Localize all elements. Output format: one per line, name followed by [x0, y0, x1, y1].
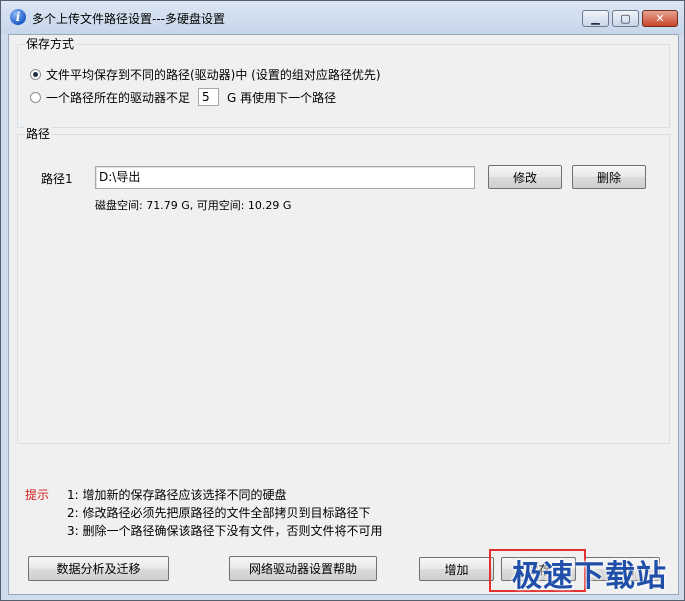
- save-mode-legend: 保存方式: [25, 37, 76, 51]
- minimize-button[interactable]: ▁: [582, 10, 609, 27]
- path-legend: 路径: [25, 127, 52, 141]
- radio-threshold[interactable]: [30, 91, 41, 103]
- path-group: 路径 路径1 D:\导出 修改 删除 磁盘空间: 71.79 G, 可用空间: …: [17, 127, 670, 444]
- tip-line-3: 3: 删除一个路径确保该路径下没有文件，否则文件将不可用: [67, 524, 383, 538]
- tips-label: 提示: [25, 488, 50, 502]
- close-icon: ✕: [655, 12, 665, 25]
- dialog-client-area: 保存方式 文件平均保存到不同的路径(驱动器)中 (设置的组对应路径优先) 一个路…: [8, 34, 679, 595]
- threshold-input[interactable]: 5: [198, 88, 220, 106]
- maximize-icon: ▢: [620, 12, 631, 25]
- option-threshold-suffix: G 再使用下一个路径: [227, 90, 337, 105]
- delete-path-button[interactable]: 删除: [572, 165, 646, 189]
- path-1-input[interactable]: D:\导出: [95, 166, 475, 189]
- add-button[interactable]: 增加: [419, 557, 494, 581]
- data-analysis-button[interactable]: 数据分析及迁移: [28, 556, 169, 581]
- dialog-window: i 多个上传文件路径设置---多硬盘设置 ▁ ▢ ✕ 保存方式 文件平均保存到不…: [0, 0, 685, 601]
- close-button[interactable]: ✕: [642, 10, 678, 27]
- caption-buttons: ▁ ▢ ✕: [579, 10, 678, 29]
- modify-path-button[interactable]: 修改: [488, 165, 562, 189]
- save-mode-option-threshold[interactable]: 一个路径所在的驱动器不足 5 G 再使用下一个路径: [30, 88, 336, 106]
- option-threshold-prefix: 一个路径所在的驱动器不足: [46, 90, 191, 105]
- maximize-button[interactable]: ▢: [612, 10, 639, 27]
- path-1-disk-info: 磁盘空间: 71.79 G, 可用空间: 10.29 G: [95, 199, 292, 212]
- tip-line-2: 2: 修改路径必须先把原路径的文件全部拷贝到目标路径下: [67, 506, 371, 520]
- network-help-button[interactable]: 网络驱动器设置帮助: [229, 556, 377, 581]
- tip-line-1: 1: 增加新的保存路径应该选择不同的硬盘: [67, 488, 287, 502]
- save-mode-option-even[interactable]: 文件平均保存到不同的路径(驱动器)中 (设置的组对应路径优先): [30, 66, 381, 83]
- save-mode-group: 保存方式 文件平均保存到不同的路径(驱动器)中 (设置的组对应路径优先) 一个路…: [17, 37, 670, 128]
- radio-even-distribution[interactable]: [30, 69, 41, 80]
- window-title: 多个上传文件路径设置---多硬盘设置: [32, 12, 225, 26]
- path-1-label: 路径1: [41, 172, 73, 186]
- info-icon: i: [10, 9, 26, 25]
- minimize-icon: ▁: [591, 12, 600, 25]
- title-bar[interactable]: i 多个上传文件路径设置---多硬盘设置 ▁ ▢ ✕: [1, 1, 684, 34]
- option-even-label: 文件平均保存到不同的路径(驱动器)中 (设置的组对应路径优先): [46, 68, 381, 82]
- watermark-logo: 极速下载站: [512, 559, 667, 594]
